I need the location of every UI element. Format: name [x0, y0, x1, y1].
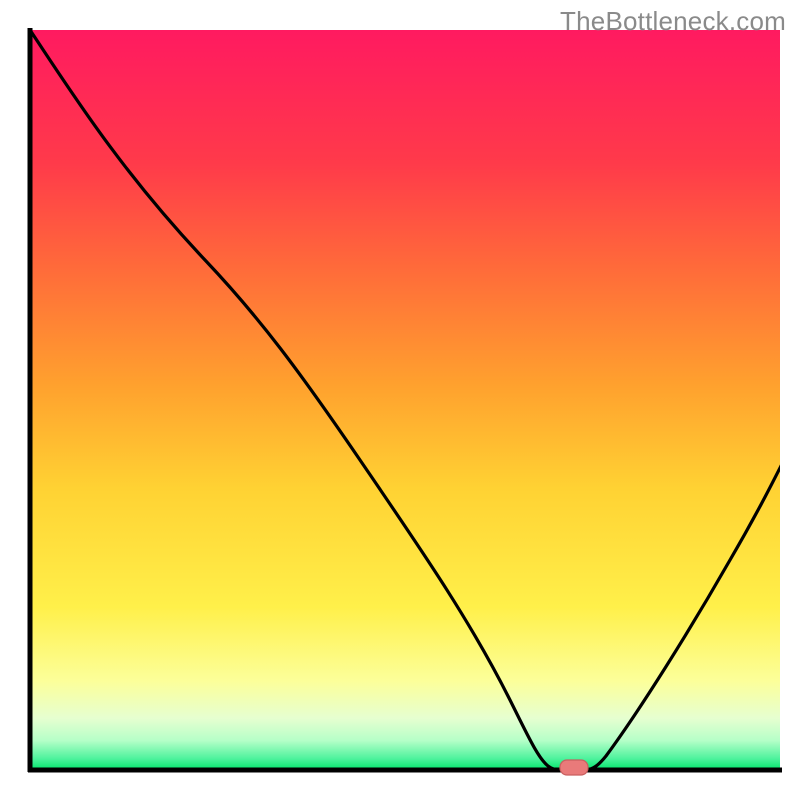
chart-svg [0, 0, 800, 800]
optimal-marker [560, 760, 588, 775]
watermark-label: TheBottleneck.com [560, 6, 786, 37]
chart-container: TheBottleneck.com [0, 0, 800, 800]
plot-background [30, 30, 780, 770]
